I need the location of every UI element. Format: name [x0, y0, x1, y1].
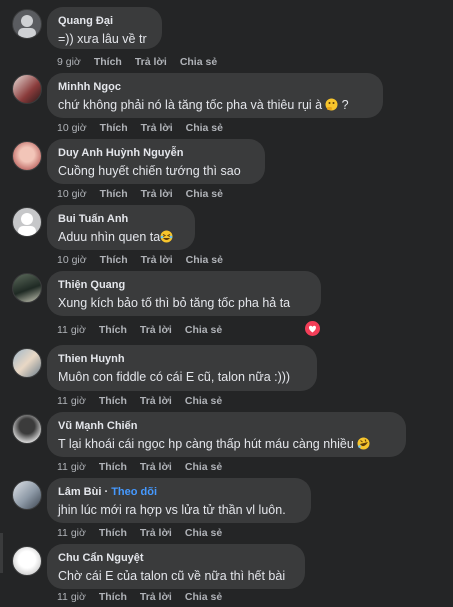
- comment-bubble: Lâm Bùi · Theo dõi jhin lúc mới ra hợp v…: [47, 478, 311, 523]
- avatar[interactable]: [12, 480, 42, 510]
- like-button[interactable]: Thích: [100, 254, 128, 266]
- commenter-name[interactable]: Duy Anh Huỳnh Nguyễn: [58, 146, 253, 160]
- comment-actions: 11 giờ Thích Trả lời Chia sẻ: [57, 395, 235, 407]
- share-button[interactable]: Chia sẻ: [185, 591, 222, 603]
- like-button[interactable]: Thích: [99, 527, 127, 539]
- comment-text: Xung kích bảo tố thì bỏ tăng tốc pha hả …: [58, 296, 291, 310]
- avatar[interactable]: [12, 414, 42, 444]
- share-button[interactable]: Chia sẻ: [186, 188, 223, 200]
- comment-bubble: Thien Huynh Muôn con fiddle có cái E cũ,…: [47, 345, 317, 391]
- commenter-name[interactable]: Thiện Quang: [58, 278, 309, 292]
- laughing-emoji-icon: [160, 230, 173, 248]
- reply-button[interactable]: Trả lời: [140, 395, 172, 407]
- reply-button[interactable]: Trả lời: [141, 122, 173, 134]
- like-button[interactable]: Thích: [94, 56, 122, 68]
- comment-actions: 11 giờ Thích Trả lời Chia sẻ: [57, 461, 235, 473]
- comment-bubble: Minhh Ngọc chứ không phải nó là tăng tốc…: [47, 73, 383, 118]
- commenter-name[interactable]: Lâm Bùi: [58, 486, 101, 498]
- comment-time[interactable]: 11 giờ: [57, 591, 86, 603]
- comment-bubble: Chu Cẩn Nguyệt Chờ cái E của talon cũ về…: [47, 544, 305, 589]
- thinking-emoji-icon: [325, 98, 338, 116]
- reply-button[interactable]: Trả lời: [140, 527, 172, 539]
- comment-bubble: Bui Tuấn Anh Aduu nhìn quen ta: [47, 205, 195, 250]
- comment-text: =)) xưa lâu về tr: [58, 32, 147, 46]
- reply-button[interactable]: Trả lời: [140, 591, 172, 603]
- commenter-name[interactable]: Minhh Ngọc: [58, 80, 371, 94]
- comment-text-line: chứ không phải nó là tăng tốc pha và thi…: [58, 97, 371, 116]
- comment-time[interactable]: 11 giờ: [57, 461, 86, 473]
- heart-reaction-icon[interactable]: [303, 319, 322, 338]
- avatar[interactable]: [12, 207, 42, 237]
- comment-time[interactable]: 10 giờ: [57, 188, 87, 200]
- comment-time[interactable]: 9 giờ: [57, 56, 81, 68]
- comment-time[interactable]: 11 giờ: [57, 527, 86, 539]
- commenter-name[interactable]: Quang Đại: [58, 14, 150, 28]
- commenter-name-line: Lâm Bùi · Theo dõi: [58, 486, 158, 498]
- comment-actions: 9 giờ Thích Trả lời Chia sẻ: [57, 56, 230, 68]
- comment-time[interactable]: 11 giờ: [57, 395, 86, 407]
- share-button[interactable]: Chia sẻ: [186, 254, 223, 266]
- commenter-name[interactable]: Thien Huynh: [58, 352, 305, 366]
- like-button[interactable]: Thích: [99, 461, 127, 473]
- comment-text: chứ không phải nó là tăng tốc pha và thi…: [58, 98, 323, 112]
- share-button[interactable]: Chia sẻ: [185, 461, 222, 473]
- like-button[interactable]: Thích: [100, 188, 128, 200]
- comment-text-line: Aduu nhìn quen ta: [58, 229, 183, 248]
- comment-time[interactable]: 10 giờ: [57, 254, 87, 266]
- comment-bubble: Thiện Quang Xung kích bảo tố thì bỏ tăng…: [47, 271, 321, 316]
- avatar[interactable]: [12, 9, 42, 39]
- comment-text: Muôn con fiddle có cái E cũ, talon nữa :…: [58, 370, 291, 384]
- share-button[interactable]: Chia sẻ: [186, 122, 223, 134]
- reply-button[interactable]: Trả lời: [140, 324, 172, 336]
- follow-button[interactable]: Theo dõi: [111, 486, 157, 498]
- comment-actions: 11 giờ Thích Trả lời Chia sẻ: [57, 591, 235, 603]
- reply-button[interactable]: Trả lời: [135, 56, 167, 68]
- comment-text: jhin lúc mới ra hợp vs lửa tử thần vl lu…: [58, 503, 286, 517]
- rofl-emoji-icon: [357, 437, 370, 455]
- reply-button[interactable]: Trả lời: [141, 254, 173, 266]
- commenter-name[interactable]: Vũ Mạnh Chiến: [58, 419, 394, 433]
- avatar[interactable]: [12, 546, 42, 576]
- comment-text: T lại khoái cái ngọc hp càng thấp hút má…: [58, 437, 354, 451]
- commenter-name[interactable]: Chu Cẩn Nguyệt: [58, 551, 293, 565]
- edge-divider: [0, 533, 3, 573]
- reply-button[interactable]: Trả lời: [141, 188, 173, 200]
- avatar[interactable]: [12, 141, 42, 171]
- avatar[interactable]: [12, 74, 42, 104]
- comment-time[interactable]: 10 giờ: [57, 122, 87, 134]
- share-button[interactable]: Chia sẻ: [185, 395, 222, 407]
- comment-actions: 10 giờ Thích Trả lời Chia sẻ: [57, 122, 236, 134]
- comment-bubble: Vũ Mạnh Chiến T lại khoái cái ngọc hp cà…: [47, 412, 406, 457]
- avatar[interactable]: [12, 348, 42, 378]
- avatar[interactable]: [12, 273, 42, 303]
- commenter-name[interactable]: Bui Tuấn Anh: [58, 212, 183, 226]
- comment-actions: 10 giờ Thích Trả lời Chia sẻ: [57, 188, 236, 200]
- reply-button[interactable]: Trả lời: [140, 461, 172, 473]
- share-button[interactable]: Chia sẻ: [185, 527, 222, 539]
- comment-text: Cuồng huyết chiến tướng thì sao: [58, 164, 241, 178]
- comment-actions: 10 giờ Thích Trả lời Chia sẻ: [57, 254, 236, 266]
- like-button[interactable]: Thích: [99, 324, 127, 336]
- share-button[interactable]: Chia sẻ: [185, 324, 222, 336]
- like-button[interactable]: Thích: [100, 122, 128, 134]
- comment-text-suffix: ?: [341, 98, 349, 112]
- comment-actions: 11 giờ Thích Trả lời Chia sẻ: [57, 324, 235, 336]
- share-button[interactable]: Chia sẻ: [180, 56, 217, 68]
- like-button[interactable]: Thích: [99, 395, 127, 407]
- comment-bubble: Quang Đại =)) xưa lâu về tr: [47, 7, 162, 49]
- comment-text: Aduu nhìn quen ta: [58, 230, 161, 244]
- like-button[interactable]: Thích: [99, 591, 127, 603]
- comment-text-line: T lại khoái cái ngọc hp càng thấp hút má…: [58, 436, 394, 455]
- comment-bubble: Duy Anh Huỳnh Nguyễn Cuồng huyết chiến t…: [47, 139, 265, 184]
- comment-time[interactable]: 11 giờ: [57, 324, 86, 336]
- comment-text: Chờ cái E của talon cũ về nữa thì hết bà…: [58, 569, 286, 583]
- comment-actions: 11 giờ Thích Trả lời Chia sẻ: [57, 527, 235, 539]
